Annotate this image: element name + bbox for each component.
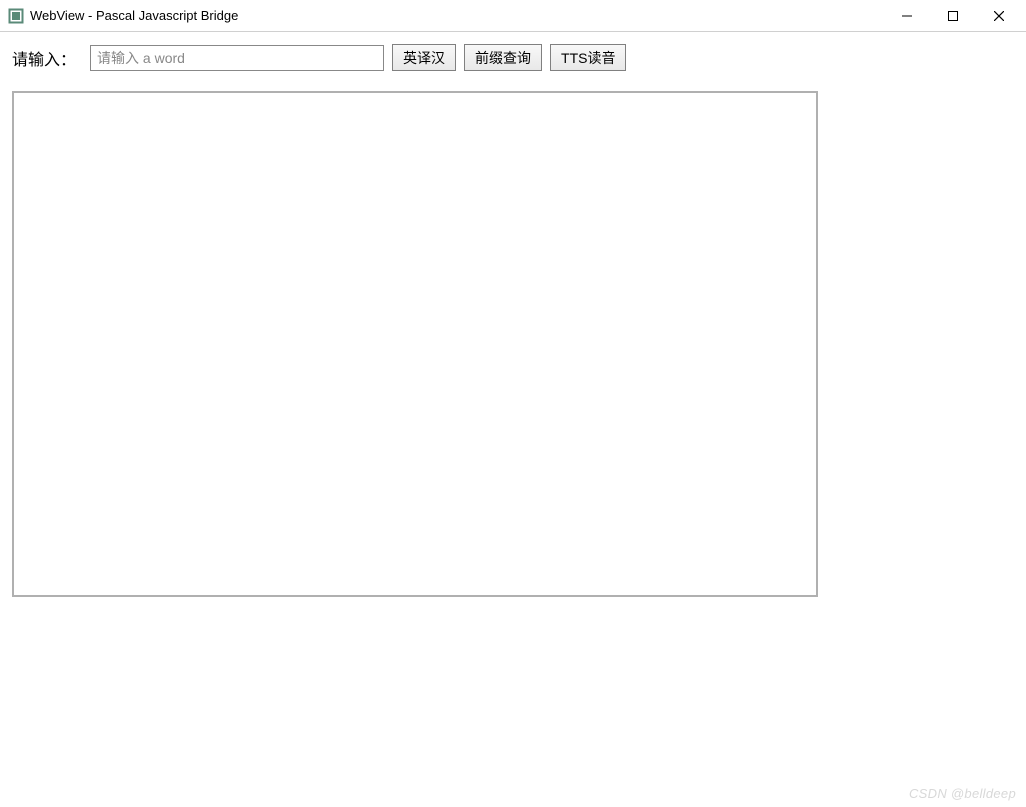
translate-button[interactable]: 英译汉 bbox=[392, 44, 456, 71]
content-area: 请输入： 英译汉 前缀查询 TTS读音 bbox=[0, 32, 1026, 597]
close-button[interactable] bbox=[976, 0, 1022, 31]
window-controls bbox=[884, 0, 1022, 31]
tts-button[interactable]: TTS读音 bbox=[550, 44, 626, 71]
input-row: 请输入： 英译汉 前缀查询 TTS读音 bbox=[12, 44, 1014, 71]
word-input[interactable] bbox=[90, 45, 384, 71]
maximize-button[interactable] bbox=[930, 0, 976, 31]
watermark: CSDN @belldeep bbox=[909, 786, 1016, 801]
result-panel bbox=[12, 91, 818, 597]
titlebar: WebView - Pascal Javascript Bridge bbox=[0, 0, 1026, 32]
app-icon bbox=[8, 8, 24, 24]
minimize-button[interactable] bbox=[884, 0, 930, 31]
input-label: 请输入： bbox=[12, 46, 76, 70]
window-title: WebView - Pascal Javascript Bridge bbox=[30, 8, 238, 23]
prefix-query-button[interactable]: 前缀查询 bbox=[464, 44, 542, 71]
